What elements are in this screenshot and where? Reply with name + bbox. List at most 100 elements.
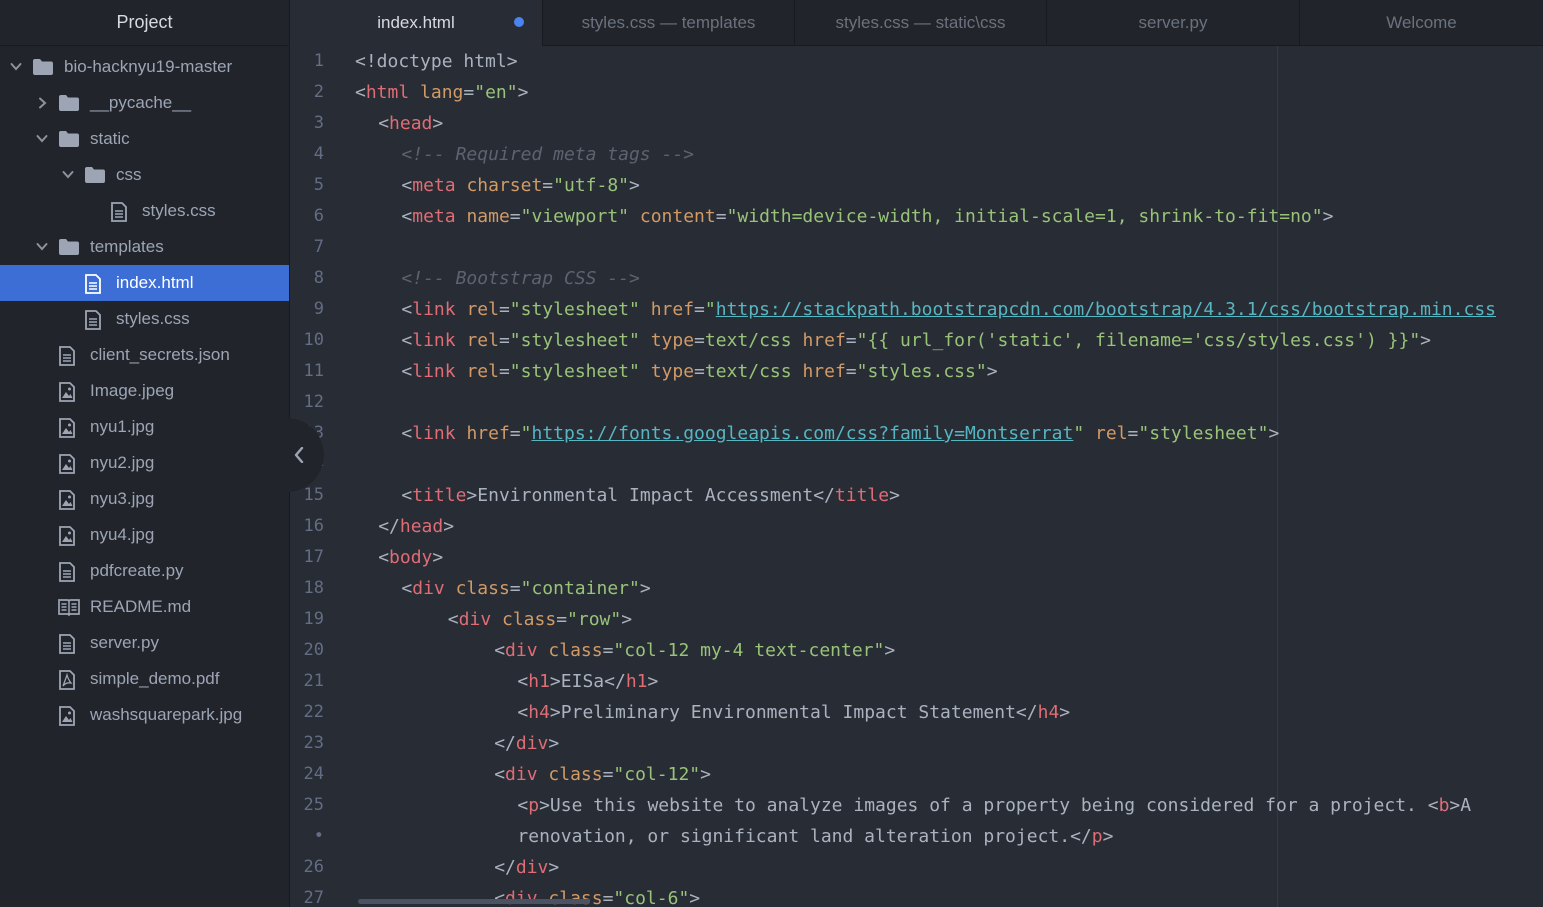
tree-folder[interactable]: css	[0, 157, 289, 193]
code-token: "	[1073, 423, 1085, 444]
code-token: "	[520, 423, 532, 444]
line-number: 6	[313, 206, 324, 226]
line-number: 17	[303, 547, 324, 567]
code-line: <h4>Preliminary Environmental Impact Sta…	[517, 697, 1070, 728]
code-token: >	[639, 578, 651, 599]
code-token: "utf-8"	[553, 175, 629, 196]
code-line: <meta charset="utf-8">	[401, 170, 639, 201]
tree-folder[interactable]: templates	[0, 229, 289, 265]
code-line: <div class="col-12 my-4 text-center">	[494, 635, 895, 666]
tab-label: server.py	[1138, 13, 1208, 32]
tab-server-py[interactable]: server.py	[1047, 0, 1300, 45]
code-token: "stylesheet"	[509, 299, 640, 320]
tree-file[interactable]: Image.jpeg	[0, 373, 289, 409]
code-token: rel	[1095, 423, 1128, 444]
file-text-icon	[110, 202, 130, 222]
code-token: </	[494, 733, 516, 754]
code-token: <	[517, 702, 529, 723]
code-token: head	[389, 113, 433, 134]
code-token: <	[401, 175, 413, 196]
tab-bar: index.html styles.css — templates styles…	[290, 0, 1543, 46]
tree-folder[interactable]: static	[0, 121, 289, 157]
line-number: 2	[313, 82, 324, 102]
code-token: link	[412, 423, 456, 444]
code-token: "styles.css"	[856, 361, 987, 382]
code-token: "col-12"	[613, 764, 701, 785]
code-token: link	[412, 361, 456, 382]
code-token: <	[401, 330, 413, 351]
tree-file[interactable]: nyu3.jpg	[0, 481, 289, 517]
readme-book-icon	[58, 598, 80, 616]
code-token: h1	[625, 671, 648, 692]
code-token: =	[694, 299, 705, 320]
tab-welcome[interactable]: Welcome	[1300, 0, 1543, 45]
code-token: class	[502, 609, 557, 630]
tree-folder[interactable]: __pycache__	[0, 85, 289, 121]
tree-file[interactable]: server.py	[0, 625, 289, 661]
code-line: renovation, or significant land alterati…	[517, 821, 1113, 852]
code-token: <	[494, 888, 506, 907]
image-file-icon	[58, 382, 78, 402]
code-token: >	[517, 82, 529, 103]
code-token[interactable]: https://fonts.googleapis.com/css?family=…	[531, 423, 1073, 444]
code-token: type	[650, 330, 695, 351]
horizontal-scrollbar[interactable]	[358, 899, 590, 904]
code-token: =	[694, 330, 705, 351]
tab-styles-css-static[interactable]: styles.css — static\css	[795, 0, 1047, 45]
tree-item-label: styles.css	[142, 201, 216, 220]
tree-file[interactable]: nyu4.jpg	[0, 517, 289, 553]
tree-file[interactable]: nyu1.jpg	[0, 409, 289, 445]
tree-item-label: static	[90, 129, 130, 148]
code-editor[interactable]: 1 <!doctype html> 2 <html lang="en"> 3 <head>…	[290, 46, 1543, 907]
tab-index-html[interactable]: index.html	[290, 0, 543, 46]
code-token: href	[650, 299, 695, 320]
tree-file[interactable]: styles.css	[0, 301, 289, 337]
tree-file[interactable]: styles.css	[0, 193, 289, 229]
tree-file[interactable]: pdfcreate.py	[0, 553, 289, 589]
tab-styles-css-templates[interactable]: styles.css — templates	[543, 0, 795, 45]
code-token: type	[650, 361, 695, 382]
tree-item-label: nyu3.jpg	[90, 489, 155, 508]
tree-folder[interactable]: bio-hacknyu19-master	[0, 49, 289, 85]
code-token: =	[602, 640, 614, 661]
code-token: rel	[466, 299, 499, 320]
line-number: 12	[303, 392, 324, 412]
code-line: <link rel="stylesheet" type=text/css hre…	[401, 356, 997, 387]
file-text-icon	[58, 562, 78, 582]
tree-file[interactable]: simple_demo.pdf	[0, 661, 289, 697]
code-token: "stylesheet"	[509, 330, 640, 351]
code-token: Environmental Impact Accessment	[477, 485, 814, 506]
tree-item-label: server.py	[90, 633, 159, 652]
tree-file[interactable]: index.html	[0, 265, 289, 301]
tree-item-label: nyu2.jpg	[90, 453, 155, 472]
code-token: h4	[1037, 702, 1060, 723]
tree-file[interactable]: client_secrets.json	[0, 337, 289, 373]
tree-file[interactable]: README.md	[0, 589, 289, 625]
code-token: head	[399, 516, 444, 537]
project-tree-panel: Project bio-hacknyu19-master __pycache__ s…	[0, 0, 290, 907]
tree-item-label: washsquarepark.jpg	[90, 705, 243, 724]
tree-item-label: client_secrets.json	[90, 345, 230, 364]
line-number: 24	[303, 764, 324, 784]
tree-file[interactable]: nyu2.jpg	[0, 445, 289, 481]
code-token: EISa	[560, 671, 605, 692]
code-token[interactable]: https://stackpath.bootstrapcdn.com/boots…	[716, 299, 1496, 320]
code-token: <	[401, 578, 413, 599]
line-number: 1	[313, 51, 324, 71]
tree-file[interactable]: washsquarepark.jpg	[0, 697, 289, 733]
code-token: =	[498, 330, 510, 351]
line-number: 11	[303, 361, 324, 381]
line-number: 3	[313, 113, 324, 133]
code-token: "viewport"	[520, 206, 630, 227]
line-number: 18	[303, 578, 324, 598]
code-token: div	[505, 640, 538, 661]
code-token: "en"	[474, 82, 518, 103]
code-token: =	[845, 361, 857, 382]
code-token: div	[412, 578, 445, 599]
code-line: <link href="https://fonts.googleapis.com…	[401, 418, 1279, 449]
